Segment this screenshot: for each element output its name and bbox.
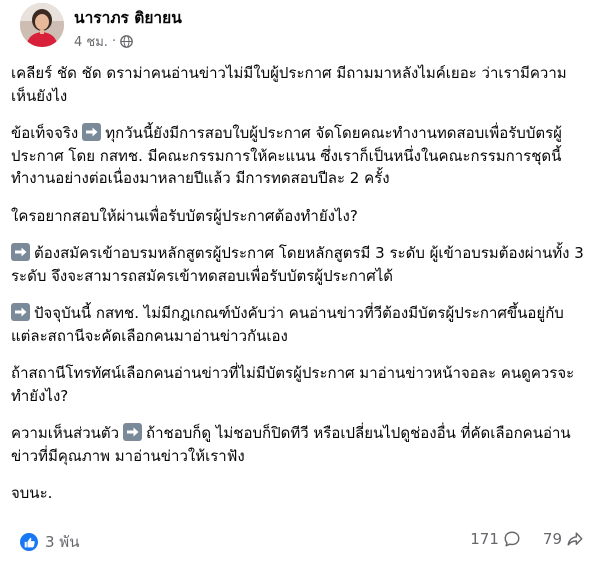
facebook-post: นาราภร ติยายน 4 ชม. · เคลียร์ ชัด ชัด ดร… <box>0 0 600 563</box>
post-meta: 4 ชม. · <box>74 31 133 52</box>
reactions-summary[interactable]: 3 พัน <box>20 530 79 554</box>
engagement-counts: 171 79 <box>470 530 584 548</box>
like-reaction-icon <box>20 533 38 551</box>
paragraph-text: จบนะ. <box>11 484 53 502</box>
post-paragraph: ต้องสมัครเข้าอบรมหลักสูตรผู้ประกาศ โดยหล… <box>11 242 591 287</box>
avatar-image <box>20 3 64 47</box>
right-arrow-emoji-icon <box>123 423 143 441</box>
paragraph-text: ต้องสมัครเข้าอบรมหลักสูตรผู้ประกาศ โดยหล… <box>11 244 584 285</box>
post-paragraph: ปัจจุบันนี้ กสทช. ไม่มีกฎเกณฑ์บังคับว่า … <box>11 302 591 347</box>
comment-icon <box>504 531 520 547</box>
post-paragraph: ความเห็นส่วนตัว ถ้าชอบก็ดู ไม่ชอบก็ปิดทีว… <box>11 422 591 467</box>
meta-separator: · <box>111 34 117 49</box>
paragraph-prefix: ข้อเท็จจริง <box>11 124 79 142</box>
reaction-count: 3 พัน <box>45 533 80 551</box>
paragraph-prefix: ความเห็นส่วนตัว <box>11 424 120 442</box>
comment-count-value: 171 <box>470 530 499 548</box>
post-paragraph: ใครอยากสอบให้ผ่านเพื่อรับบัตรผู้ประกาศต้… <box>11 205 591 228</box>
globe-icon[interactable] <box>120 35 133 48</box>
paragraph-text: ใครอยากสอบให้ผ่านเพื่อรับบัตรผู้ประกาศต้… <box>11 206 358 225</box>
post-paragraph: เคลียร์ ชัด ชัด ดราม่าคนอ่านข่าวไม่มีใบผ… <box>11 62 591 107</box>
post-paragraph: ข้อเท็จจริง ทุกวันนี้ยังมีการสอบใบผู้ประก… <box>11 122 591 190</box>
shares-count[interactable]: 79 <box>543 530 584 548</box>
post-footer: 3 พัน 171 79 <box>20 528 584 554</box>
share-icon <box>567 532 583 546</box>
post-paragraph: ถ้าสถานีโทรทัศน์เลือกคนอ่านข่าวที่ไม่มีบ… <box>11 362 591 407</box>
paragraph-text: ปัจจุบันนี้ กสทช. ไม่มีกฎเกณฑ์บังคับว่า … <box>11 304 564 345</box>
paragraph-text: เคลียร์ ชัด ชัด ดราม่าคนอ่านข่าวไม่มีใบผ… <box>11 64 567 105</box>
author-avatar[interactable] <box>20 3 64 47</box>
post-header: นาราภร ติยายน 4 ชม. · <box>20 3 580 51</box>
post-time[interactable]: 4 ชม. <box>74 31 108 52</box>
right-arrow-emoji-icon <box>11 243 30 261</box>
post-body: เคลียร์ ชัด ชัด ดราม่าคนอ่านข่าวไม่มีใบผ… <box>11 62 591 520</box>
comments-count[interactable]: 171 <box>470 530 521 548</box>
share-count-value: 79 <box>542 530 562 548</box>
paragraph-text: ถ้าสถานีโทรทัศน์เลือกคนอ่านข่าวที่ไม่มีบ… <box>11 364 575 405</box>
post-paragraph: จบนะ. <box>11 482 591 505</box>
right-arrow-emoji-icon <box>82 123 102 141</box>
author-name[interactable]: นาราภร ติยายน <box>74 5 182 30</box>
right-arrow-emoji-icon <box>11 303 30 321</box>
